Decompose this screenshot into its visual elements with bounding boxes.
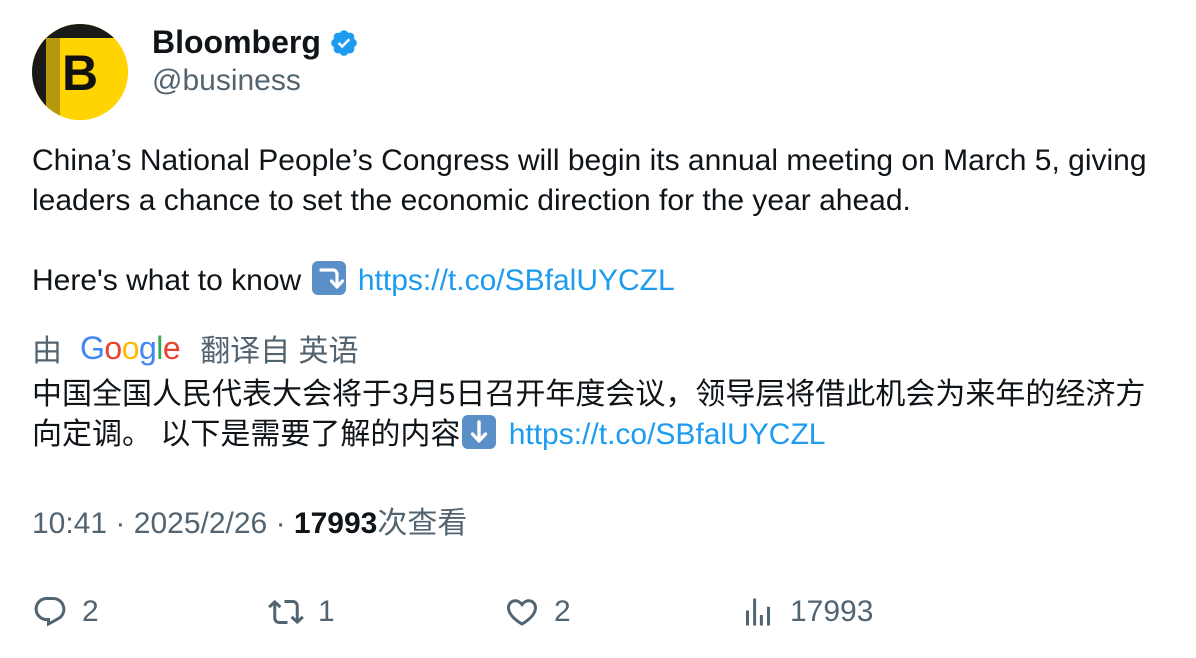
like-button[interactable]: 2 — [504, 590, 571, 634]
google-letter: G — [80, 329, 105, 366]
tweet-paragraph-2: Here's what to know https://t.co/SBfalUY… — [32, 261, 1172, 301]
retweet-icon — [268, 599, 304, 625]
meta-separator: · — [115, 507, 126, 540]
author-name-row[interactable]: Bloomberg — [152, 22, 359, 62]
like-count: 2 — [554, 595, 571, 628]
author-handle[interactable]: @business — [152, 62, 301, 100]
tweet-time[interactable]: 10:41 — [32, 507, 107, 540]
tweet-meta: 10:41 · 2025/2/26 · 17993次查看 — [32, 504, 467, 544]
translated-text: 中国全国人民代表大会将于3月5日召开年度会议，领导层将借此机会为来年的经济方向定… — [32, 375, 1172, 455]
google-logo: Google — [80, 329, 181, 367]
tweet-card: B Bloomberg @business China’s National P… — [0, 0, 1196, 658]
translated-link[interactable]: https://t.co/SBfalUYCZL — [509, 418, 826, 451]
retweet-button[interactable]: 1 — [268, 590, 335, 634]
reply-button[interactable]: 2 — [32, 590, 99, 634]
google-letter: g — [138, 329, 157, 366]
bar-chart-icon — [746, 598, 770, 626]
reply-icon — [34, 597, 66, 627]
bloomberg-logo-icon: B — [32, 24, 128, 120]
verified-badge-icon[interactable] — [329, 27, 359, 57]
tweet-text: China’s National People’s Congress will … — [32, 141, 1172, 301]
action-bar: 2 1 2 17993 — [32, 590, 1172, 634]
reply-count: 2 — [82, 595, 99, 628]
google-letter: l — [156, 329, 163, 366]
meta-separator: · — [275, 507, 286, 540]
views-action-count: 17993 — [790, 595, 874, 628]
author-display-name[interactable]: Bloomberg — [152, 22, 321, 62]
translation-attribution: 由 Google 翻译自 英语 — [32, 326, 359, 370]
google-letter: e — [162, 329, 181, 366]
heart-icon — [506, 599, 538, 626]
tweet-link[interactable]: https://t.co/SBfalUYCZL — [358, 264, 675, 297]
translated-by-label: 由 — [32, 335, 62, 368]
tweet-paragraph-1: China’s National People’s Congress will … — [32, 144, 1147, 217]
author-avatar[interactable]: B — [32, 24, 128, 120]
google-letter: o — [121, 329, 140, 366]
down-arrow-icon — [462, 415, 497, 449]
google-letter: o — [104, 329, 122, 366]
views-button[interactable]: 17993 — [740, 590, 873, 634]
right-arrow-curving-down-icon — [311, 261, 346, 295]
translated-from-label: 翻译自 英语 — [200, 335, 359, 368]
views-count: 17993 — [293, 507, 378, 540]
retweet-count: 1 — [318, 595, 335, 628]
views-label: 次查看 — [377, 507, 468, 540]
tweet-date[interactable]: 2025/2/26 — [134, 507, 267, 540]
avatar-letter: B — [62, 45, 98, 101]
tweet-line2-text: Here's what to know — [32, 264, 302, 297]
